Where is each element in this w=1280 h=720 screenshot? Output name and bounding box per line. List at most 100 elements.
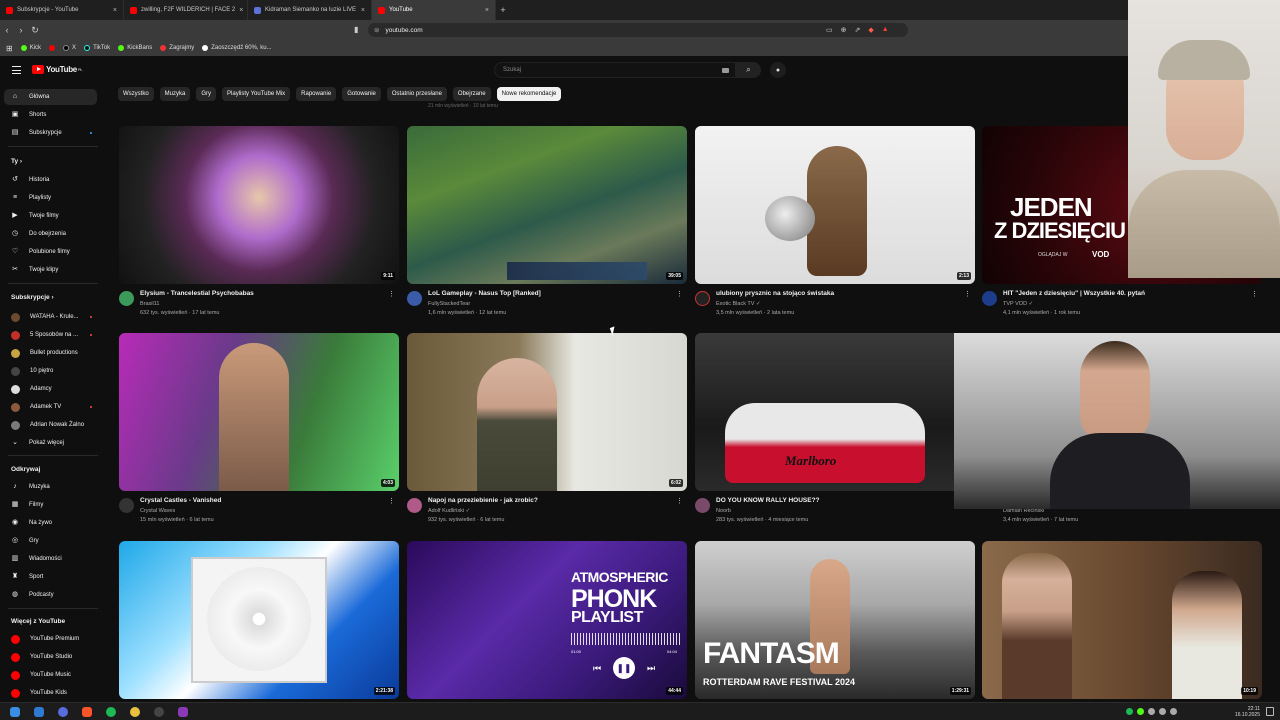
- video-title[interactable]: LoL Gameplay - Nasus Top [Ranked]: [428, 290, 668, 297]
- chip[interactable]: Gry: [196, 87, 217, 101]
- menu-icon[interactable]: [12, 66, 21, 74]
- bookmark-icon[interactable]: ▮: [354, 25, 358, 34]
- sidebar-item-studio[interactable]: YouTube Studio: [4, 649, 97, 665]
- sidebar-channel[interactable]: Bullet productions: [4, 345, 97, 361]
- video-title[interactable]: Crystal Castles - Vanished: [140, 497, 380, 504]
- video-thumbnail[interactable]: Marlboro: [695, 333, 975, 491]
- bookmark-item[interactable]: X: [63, 45, 76, 51]
- sidebar-item-news[interactable]: ▥ Wiadomości: [4, 551, 97, 567]
- brave-icon[interactable]: [82, 707, 92, 717]
- channel-avatar[interactable]: [695, 291, 710, 306]
- you-section-header[interactable]: Ty ›: [11, 158, 22, 165]
- channel-name[interactable]: Crystal Waves: [140, 508, 175, 514]
- video-title[interactable]: Elysium - Trancelestial Psychobabas: [140, 290, 380, 297]
- more-options-icon[interactable]: ⋮: [676, 290, 683, 298]
- sidebar-item-your-videos[interactable]: ▶ Twoje filmy: [4, 208, 97, 224]
- tray-icon[interactable]: [1159, 708, 1166, 715]
- clock[interactable]: 22:11 16.10.2025: [1235, 706, 1260, 718]
- video-card[interactable]: 6:02 Napoj na przeziebienie - jak zrobic…: [407, 333, 687, 523]
- close-tab-icon[interactable]: ×: [361, 7, 365, 14]
- sidebar-item-gaming[interactable]: ◎ Gry: [4, 533, 97, 549]
- alert-icon[interactable]: ▲: [882, 26, 889, 34]
- channel-name[interactable]: TVP VOD ✓: [1003, 301, 1033, 307]
- chip[interactable]: Gotowanie: [342, 87, 381, 101]
- share-icon[interactable]: ⇗: [855, 26, 861, 34]
- sidebar-item-music[interactable]: ♪ Muzyka: [4, 479, 97, 495]
- video-title[interactable]: HIT "Jeden z dziesięciu" | Wszystkie 40.…: [1003, 290, 1243, 297]
- video-thumbnail[interactable]: FANTASM ROTTERDAM RAVE FESTIVAL 2024 1:2…: [695, 541, 975, 699]
- channel-avatar[interactable]: [119, 291, 134, 306]
- sidebar-item-history[interactable]: ↺ Historia: [4, 172, 97, 188]
- sidebar-item-subscriptions[interactable]: ▤ Subskrypcje: [4, 125, 97, 141]
- browser-tab[interactable]: zwilling, F2F WILDERICH | FACE 2 ×: [124, 0, 248, 20]
- chip[interactable]: Rapowanie: [296, 87, 337, 101]
- sidebar-item-music-app[interactable]: YouTube Music: [4, 667, 97, 683]
- zoom-icon[interactable]: ⊕: [841, 26, 847, 34]
- sidebar-item-watch-later[interactable]: ◷ Do obejrzenia: [4, 226, 97, 242]
- bookmark-item[interactable]: [49, 45, 56, 51]
- channel-name[interactable]: FullyStackedTear: [428, 301, 470, 307]
- sidebar-item-liked[interactable]: ♡ Polubione filmy: [4, 244, 97, 260]
- bookmark-item[interactable]: TikTok: [84, 45, 110, 51]
- channel-name[interactable]: Exotic Black TV ✓: [716, 301, 761, 307]
- more-options-icon[interactable]: ⋮: [676, 497, 683, 505]
- sidebar-item-premium[interactable]: YouTube Premium: [4, 631, 97, 647]
- apps-grid-icon[interactable]: ⊞: [6, 44, 13, 53]
- chip[interactable]: Obejrzane: [452, 87, 491, 101]
- back-arrow-icon[interactable]: ‹: [0, 25, 14, 35]
- sidebar-item-playlists[interactable]: ≡ Playlisty: [4, 190, 97, 206]
- channel-name[interactable]: Noorb: [716, 508, 731, 514]
- sidebar-item-sport[interactable]: ♜ Sport: [4, 569, 97, 585]
- video-card[interactable]: ATMOSPHERIC PHONK PLAYLIST 01:00 04:04 ❚…: [407, 541, 687, 699]
- tray-icon[interactable]: [1137, 708, 1144, 715]
- chip[interactable]: Ostatnio przesłane: [386, 87, 447, 101]
- video-card[interactable]: Marlboro DO YOU KNOW RALLY HOUSE?? Noorb…: [695, 333, 975, 523]
- chip-active[interactable]: Nowe rekomendacje: [496, 87, 562, 101]
- video-card[interactable]: 9:11 Elysium - Trancelestial Psychobabas…: [119, 126, 399, 316]
- extension-icon[interactable]: ◆: [868, 26, 873, 34]
- sidebar-channel[interactable]: WATAHA - Krule...: [4, 309, 97, 325]
- windows-start-icon[interactable]: [10, 707, 20, 717]
- keyboard-icon[interactable]: [722, 68, 729, 73]
- channel-avatar[interactable]: [695, 498, 710, 513]
- close-tab-icon[interactable]: ×: [239, 7, 243, 14]
- chip[interactable]: Playlisty YouTube Mix: [222, 87, 291, 101]
- more-options-icon[interactable]: ⋮: [964, 290, 971, 298]
- video-title[interactable]: Napoj na przeziebienie - jak zrobic?: [428, 497, 668, 504]
- tray-icon[interactable]: [1126, 708, 1133, 715]
- video-thumbnail[interactable]: ATMOSPHERIC PHONK PLAYLIST 01:00 04:04 ❚…: [407, 541, 687, 699]
- video-thumbnail[interactable]: 6:02: [407, 333, 687, 491]
- sidebar-channel[interactable]: Adrian Nowak Żalno: [4, 417, 97, 433]
- obs-icon[interactable]: [154, 707, 164, 717]
- bookmark-item[interactable]: Zagrajmy: [160, 45, 194, 51]
- app-icon[interactable]: [58, 707, 68, 717]
- voice-search-button[interactable]: ●: [770, 62, 786, 78]
- video-thumbnail[interactable]: 9:11: [119, 126, 399, 284]
- sidebar-item-shorts[interactable]: ▣ Shorts: [4, 107, 97, 123]
- tray-icon[interactable]: [1148, 708, 1155, 715]
- chrome-icon[interactable]: [130, 707, 140, 717]
- video-card[interactable]: 10:19: [982, 541, 1262, 699]
- more-options-icon[interactable]: ⋮: [388, 290, 395, 298]
- sidebar-channel[interactable]: Adamcy: [4, 381, 97, 397]
- bookmark-item[interactable]: Zaoszczędź 60%, ku...: [202, 45, 272, 51]
- tray-icon[interactable]: [1170, 708, 1177, 715]
- sidebar-channel[interactable]: 10 piętro: [4, 363, 97, 379]
- new-tab-button[interactable]: +: [496, 5, 510, 15]
- sidebar-item-clips[interactable]: ✂ Twoje klipy: [4, 262, 97, 278]
- more-options-icon[interactable]: ⋮: [1251, 290, 1258, 298]
- close-tab-icon[interactable]: ×: [113, 7, 117, 14]
- chip[interactable]: Wszystko: [118, 87, 154, 101]
- video-card[interactable]: 4:03 Crystal Castles - Vanished Crystal …: [119, 333, 399, 523]
- video-thumbnail[interactable]: 39:05: [407, 126, 687, 284]
- video-thumbnail[interactable]: 2:13: [695, 126, 975, 284]
- site-info-icon[interactable]: ⊜: [374, 26, 379, 34]
- browser-tab[interactable]: Subskrypcje - YouTube ×: [0, 0, 124, 20]
- sidebar-item-home[interactable]: ⌂ Główna: [4, 89, 97, 105]
- close-tab-icon[interactable]: ×: [485, 7, 489, 14]
- search-input[interactable]: Szukaj: [494, 62, 736, 78]
- video-card[interactable]: 2:13 ulubiony prysznic na stojąco śwista…: [695, 126, 975, 316]
- subscriptions-section-header[interactable]: Subskrypcje ›: [11, 294, 54, 301]
- chip[interactable]: Muzyka: [159, 87, 191, 101]
- channel-name[interactable]: Adolf Kudliński ✓: [428, 508, 470, 514]
